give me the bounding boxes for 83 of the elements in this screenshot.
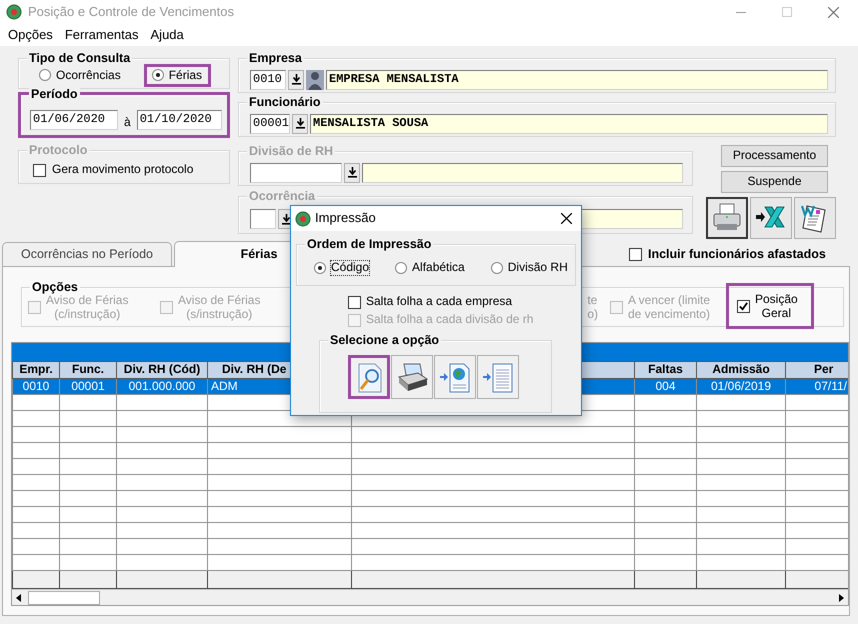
option-label: te o) — [587, 293, 598, 321]
radio-button[interactable] — [152, 69, 164, 82]
table-cell: 01/06/2019 — [696, 378, 786, 394]
name-field: EMPRESA MENSALISTA — [326, 70, 828, 90]
name-field: MENSALISTA SOUSA — [310, 114, 828, 134]
option-label: Aviso de Férias (c/instrução) — [46, 293, 128, 321]
radio-button[interactable] — [490, 262, 503, 274]
group-title: Ocorrência — [247, 189, 318, 203]
column-header: Func. — [60, 362, 116, 378]
checkbox-label: Incluir funcionários afastados — [648, 246, 826, 262]
radio-label: Férias — [168, 68, 202, 82]
download-icon — [292, 74, 300, 85]
radio-button[interactable] — [395, 262, 408, 274]
column-header: Per — [786, 362, 848, 378]
close-icon — [560, 213, 572, 224]
checkbox-label: Gera movimento protocolo — [52, 163, 194, 177]
radio-label: Alfabética — [412, 261, 465, 275]
close-icon — [828, 6, 838, 18]
checkbox-label: Salta folha a cada empresa — [366, 295, 512, 309]
checkbox-label: Salta folha a cada divisão de rh — [366, 313, 534, 327]
table-cell: 0010 — [12, 378, 60, 394]
date-field[interactable]: 01/10/2020 — [136, 110, 222, 130]
print-button[interactable] — [391, 355, 433, 399]
checkbox[interactable] — [629, 248, 642, 260]
export-button[interactable] — [794, 197, 836, 239]
table-cell: 001.000.000 — [116, 378, 208, 394]
scroll-thumb[interactable] — [28, 590, 100, 604]
export-button[interactable] — [750, 197, 792, 239]
radio-label: Divisão RH — [508, 261, 568, 275]
column-header: Admissão — [696, 362, 786, 378]
separator-text: à — [124, 114, 131, 130]
window-title: Posição e Controle de Vencimentos — [28, 4, 234, 20]
table-cell: 07/11/ — [786, 378, 848, 394]
preview-button[interactable] — [348, 355, 390, 399]
radio-button[interactable] — [39, 69, 51, 82]
group-title: Divisão de RH — [247, 144, 336, 158]
app-icon — [6, 4, 22, 20]
file-button[interactable] — [477, 355, 519, 399]
radio-label: Ocorrências — [56, 68, 121, 82]
download-icon — [296, 118, 304, 129]
column-header: Empr. — [12, 362, 60, 378]
menu-item[interactable]: Ajuda — [144, 28, 190, 42]
table-cell: 004 — [634, 378, 696, 394]
date-field[interactable]: 01/06/2020 — [30, 110, 118, 130]
group-title: Ordem de Impressão — [305, 237, 434, 251]
group-title: Protocolo — [27, 143, 90, 157]
action-button[interactable]: Processamento — [721, 145, 828, 167]
option-label: Posição Geral — [755, 292, 798, 320]
download-icon — [282, 214, 290, 224]
person-icon — [306, 70, 324, 90]
arrow-document-icon — [482, 361, 514, 393]
lookup-button[interactable] — [288, 70, 304, 90]
radio-button[interactable] — [314, 262, 326, 274]
checkbox[interactable] — [737, 300, 750, 312]
group-title: Funcionário — [247, 95, 323, 109]
maximize-icon — [782, 7, 792, 17]
column-header: Div. RH (Cód) — [116, 362, 208, 378]
group-title: Tipo de Consulta — [27, 51, 132, 65]
download-icon — [348, 167, 356, 178]
app-icon — [295, 210, 311, 226]
group-title: Opções — [30, 280, 80, 294]
dialog-title: Impressão — [315, 211, 376, 226]
menu-item[interactable]: Opções — [2, 28, 59, 42]
code-field[interactable]: 00001 — [250, 114, 290, 134]
printer-icon — [396, 361, 428, 393]
group-title: Selecione a opção — [328, 333, 442, 347]
group-title: Empresa — [247, 51, 304, 65]
tab[interactable]: Ocorrências no Período — [2, 242, 172, 266]
code-field[interactable]: 0010 — [250, 70, 286, 90]
checkbox[interactable] — [348, 296, 361, 308]
action-button[interactable]: Suspende — [721, 171, 828, 193]
lookup-button[interactable] — [292, 114, 308, 134]
group-title: Período — [29, 87, 80, 101]
print-button[interactable] — [706, 197, 748, 239]
arrow-globe-document-icon — [439, 361, 471, 393]
code-field — [250, 209, 276, 229]
check-icon — [738, 300, 749, 312]
table-cell: 00001 — [60, 378, 116, 394]
column-header: Faltas — [634, 362, 696, 378]
menu-item[interactable]: Ferramentas — [58, 28, 145, 42]
horizontal-scrollbar[interactable] — [12, 589, 848, 605]
option-label: Aviso de Férias (s/instrução) — [178, 293, 260, 321]
option-label: A vencer (limite de vencimento) — [628, 293, 710, 321]
